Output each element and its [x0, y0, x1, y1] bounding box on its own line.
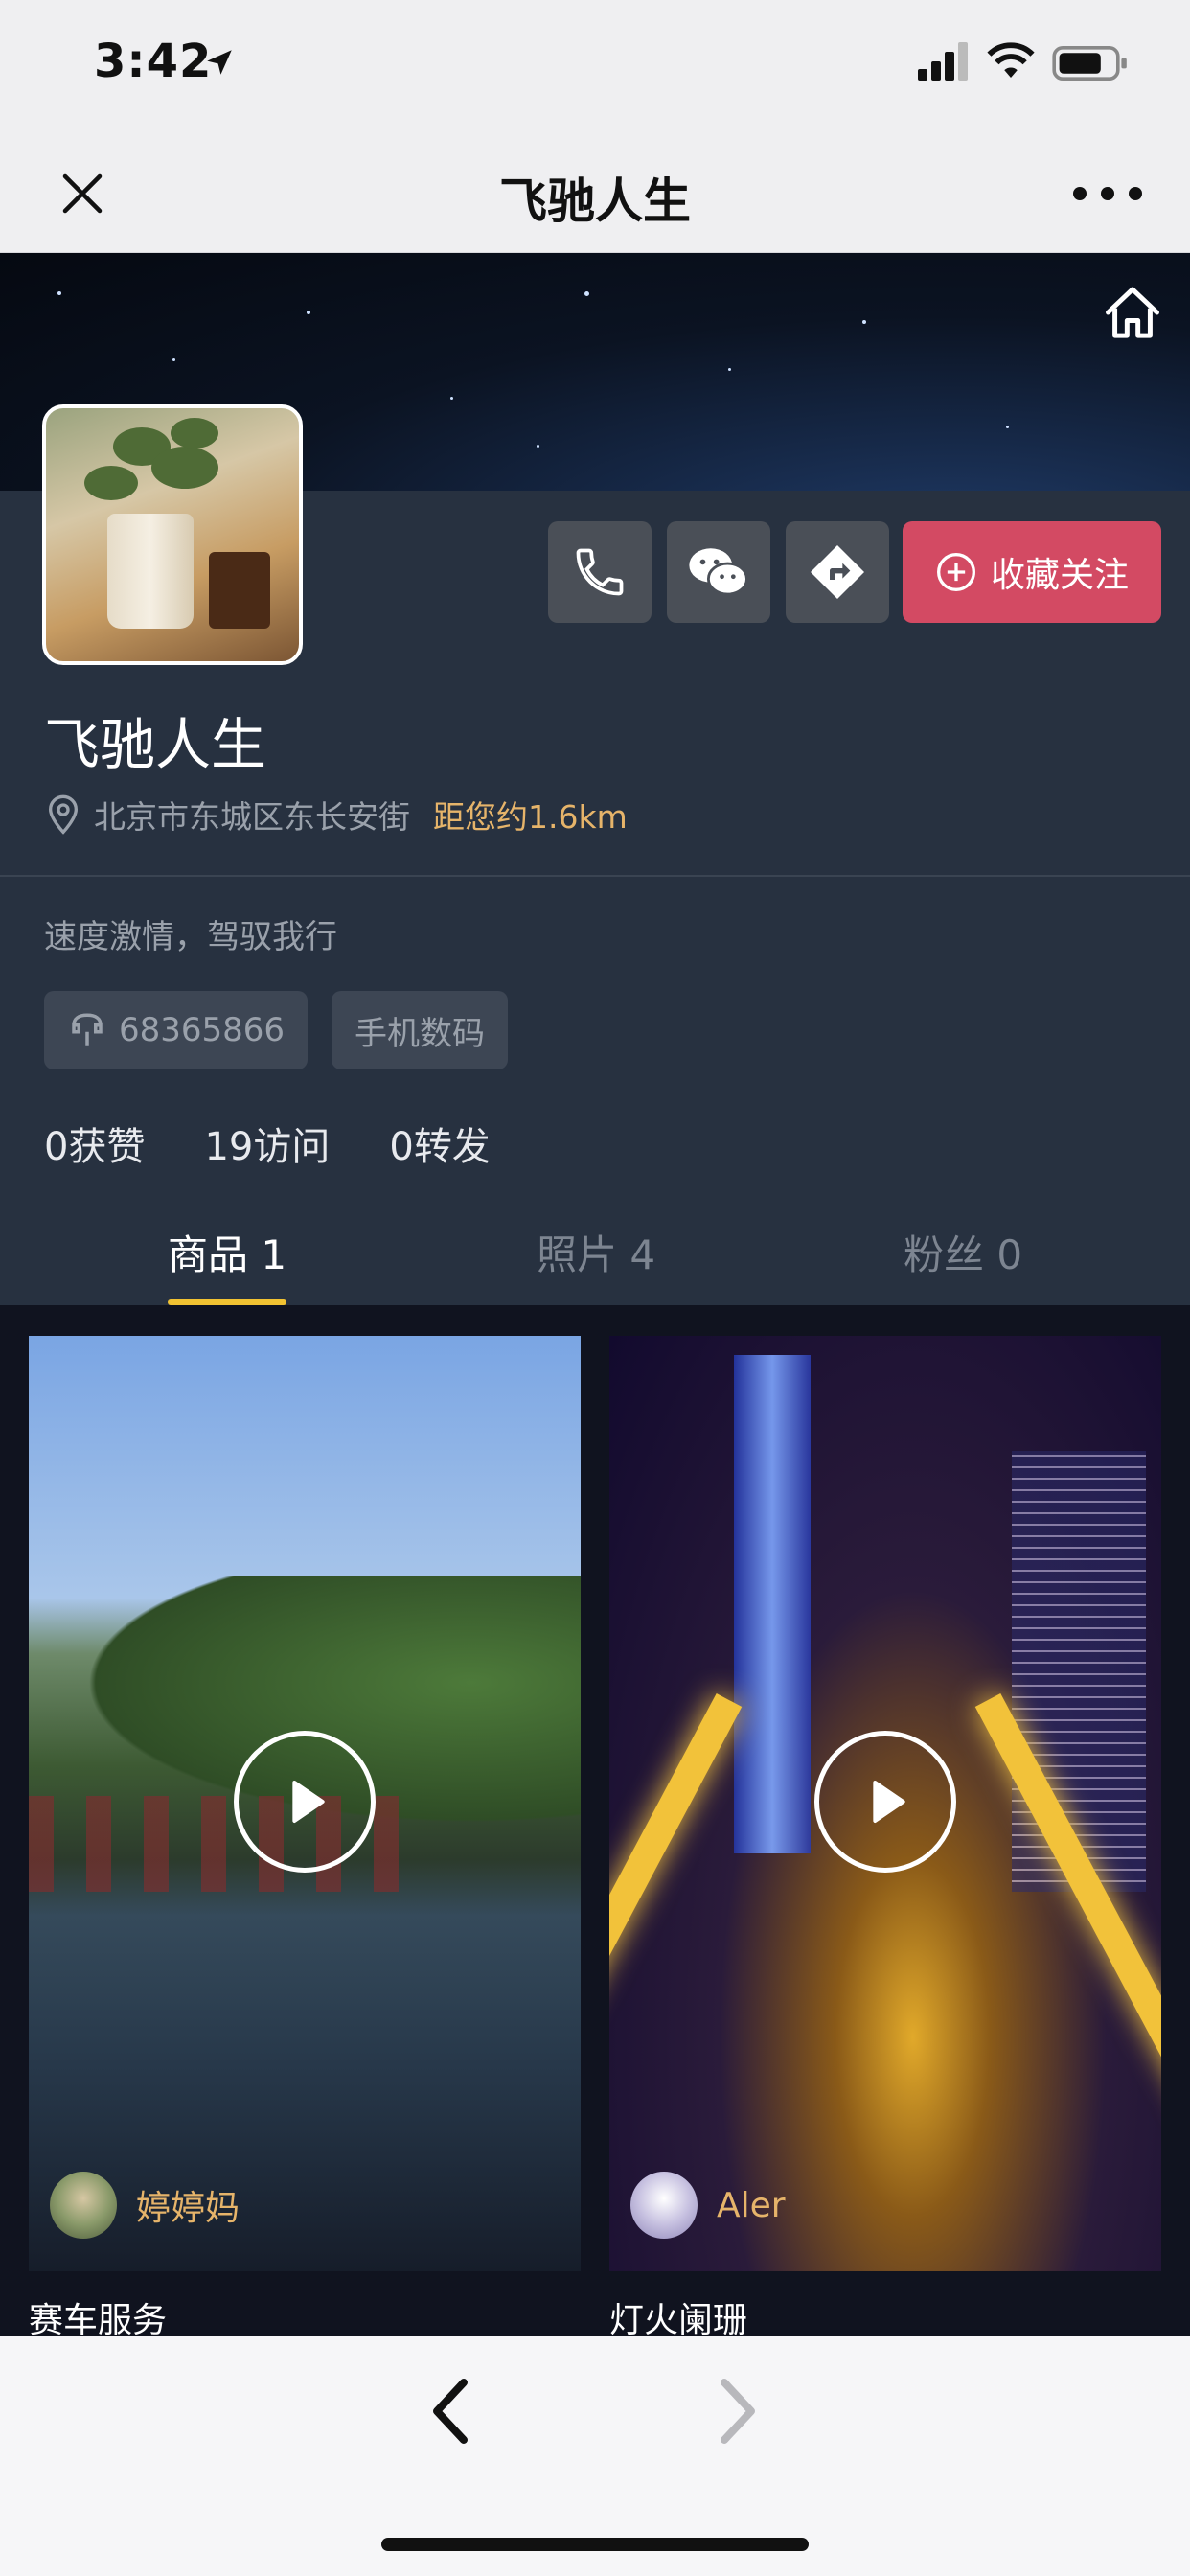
- tab-count: 4: [629, 1231, 656, 1278]
- bottom-toolbar: [0, 2336, 1190, 2576]
- call-button[interactable]: [548, 521, 652, 623]
- cellular-signal-icon: [918, 42, 968, 80]
- stats-row: 0获赞 19访问 0转发: [44, 1116, 491, 1171]
- tab-label: 商品: [168, 1231, 249, 1278]
- battery-icon: [1052, 46, 1127, 80]
- directions-button[interactable]: [786, 521, 889, 623]
- phone-tag-icon: [72, 1013, 103, 1046]
- video-grid: 婷婷妈 Aler: [0, 1305, 1190, 2336]
- screen: 3:42 飞驰人生 收藏关注 飞驰人生 北京市东城区东长安街 距您约1.6km …: [0, 0, 1190, 2576]
- stat-visits: 19访问: [204, 1116, 330, 1171]
- location-arrow-icon: [207, 50, 232, 75]
- stat-label: 获赞: [68, 1125, 146, 1169]
- address-row[interactable]: 北京市东城区东长安街 距您约1.6km: [44, 792, 628, 838]
- stat-label: 转发: [413, 1125, 491, 1169]
- video-card[interactable]: Aler: [609, 1336, 1161, 2271]
- more-icon-dot: [1129, 187, 1142, 200]
- wifi-icon: [987, 42, 1035, 78]
- tab-products[interactable]: 商品 1: [168, 1223, 286, 1281]
- directions-icon: [811, 545, 864, 599]
- page-title: 飞驰人生: [499, 173, 691, 229]
- wechat-button[interactable]: [667, 521, 770, 623]
- stat-shares: 0转发: [389, 1116, 490, 1171]
- tab-label: 照片: [537, 1231, 618, 1278]
- stat-count: 19: [204, 1125, 254, 1169]
- follow-button[interactable]: 收藏关注: [903, 521, 1161, 623]
- play-icon: [292, 1781, 325, 1823]
- play-button[interactable]: [234, 1731, 376, 1873]
- user-name: 婷婷妈: [136, 2189, 240, 2228]
- phone-icon: [576, 548, 624, 596]
- play-icon: [873, 1781, 905, 1823]
- tab-count: 0: [996, 1231, 1023, 1278]
- card-title[interactable]: 赛车服务: [29, 2292, 167, 2342]
- wechat-icon: [689, 548, 748, 596]
- card-user[interactable]: Aler: [630, 2172, 786, 2239]
- address-text: 北京市东城区东长安街: [94, 798, 410, 836]
- card-user[interactable]: 婷婷妈: [50, 2172, 240, 2239]
- tab-photos[interactable]: 照片 4: [537, 1223, 655, 1281]
- follow-button-label: 收藏关注: [990, 556, 1129, 595]
- distance-text: 距您约1.6km: [433, 798, 628, 836]
- stat-label: 访问: [253, 1125, 331, 1169]
- user-name: Aler: [717, 2185, 786, 2225]
- more-icon: [1073, 187, 1087, 200]
- video-thumbnail-detail: [609, 1692, 743, 2164]
- nav-bar: 飞驰人生: [0, 134, 1190, 253]
- more-icon-dot: [1101, 187, 1114, 200]
- home-icon[interactable]: [1100, 280, 1165, 345]
- divider: [0, 875, 1190, 877]
- stat-count: 0: [44, 1125, 69, 1169]
- shop-slogan: 速度激情，驾驭我行: [44, 918, 337, 956]
- back-chevron-icon[interactable]: [422, 2375, 479, 2448]
- phone-tag[interactable]: 68365866: [44, 991, 309, 1070]
- status-bar: 3:42: [0, 0, 1190, 134]
- home-indicator: [381, 2538, 809, 2551]
- stat-count: 0: [389, 1125, 414, 1169]
- location-pin-icon: [48, 794, 79, 835]
- status-time: 3:42: [94, 34, 213, 88]
- category-tag[interactable]: 手机数码: [332, 991, 508, 1070]
- avatar: [630, 2172, 698, 2239]
- phone-tag-text: 68365866: [119, 1011, 286, 1049]
- shop-name: 飞驰人生: [44, 712, 267, 777]
- play-button[interactable]: [814, 1731, 956, 1873]
- card-title[interactable]: 灯火阑珊: [609, 2292, 747, 2342]
- more-button[interactable]: [1073, 167, 1142, 220]
- tab-count: 1: [261, 1231, 287, 1278]
- video-card[interactable]: 婷婷妈: [29, 1336, 581, 2271]
- tab-label: 粉丝: [904, 1231, 985, 1278]
- video-thumbnail-detail: [1012, 1451, 1146, 1892]
- video-thumbnail: [734, 1355, 811, 1853]
- shop-avatar[interactable]: [42, 404, 303, 665]
- stat-likes: 0获赞: [44, 1116, 145, 1171]
- tab-fans[interactable]: 粉丝 0: [904, 1223, 1022, 1281]
- avatar: [50, 2172, 117, 2239]
- add-circle-icon: [937, 553, 975, 591]
- tab-bar: 商品 1 照片 4 粉丝 0: [0, 1209, 1190, 1305]
- category-tag-text: 手机数码: [355, 1014, 485, 1053]
- forward-chevron-icon[interactable]: [709, 2375, 767, 2448]
